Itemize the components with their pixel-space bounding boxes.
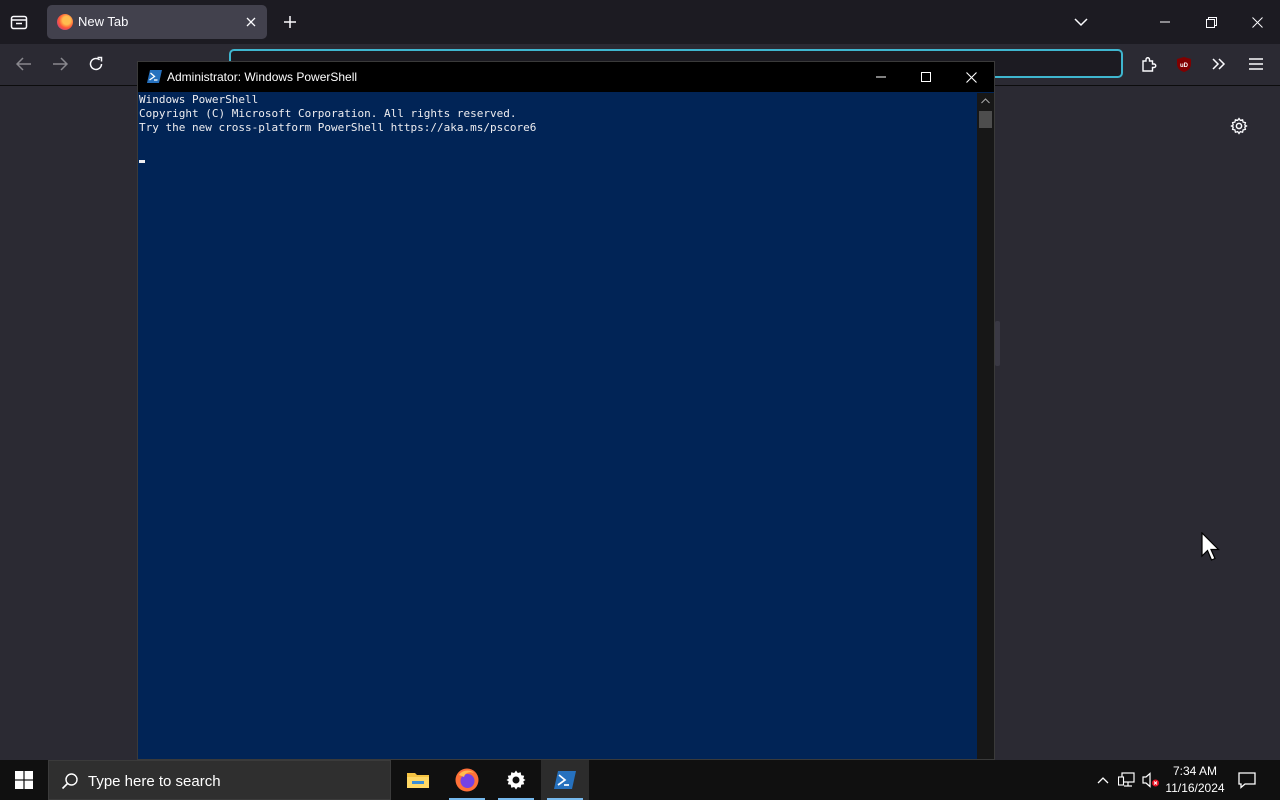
powershell-window[interactable]: Administrator: Windows PowerShell Window… [137,61,995,760]
hamburger-menu-icon[interactable] [1246,54,1266,74]
powershell-logo-icon [147,70,162,83]
show-hidden-icons-chevron-icon[interactable] [1093,770,1113,790]
settings-gear-icon[interactable] [1228,115,1250,137]
powershell-close-button[interactable] [948,62,994,92]
clock-time: 7:34 AM [1172,764,1218,778]
tab-title: New Tab [78,14,129,29]
close-tab-icon[interactable] [241,12,261,32]
reload-icon[interactable] [86,54,106,74]
network-icon[interactable] [1117,770,1137,790]
powershell-minimize-button[interactable] [858,62,904,92]
start-button[interactable] [0,760,48,800]
window-restore-button[interactable] [1189,7,1233,37]
powershell-scrollbar[interactable] [977,93,994,759]
firefox-icon [455,768,479,792]
forward-arrow-icon[interactable] [50,54,70,74]
console-line: Try the new cross-platform PowerShell ht… [139,121,537,134]
powershell-window-title: Administrator: Windows PowerShell [167,70,358,84]
powershell-maximize-button[interactable] [903,62,949,92]
firefox-favicon-icon [57,14,73,30]
taskbar-clock[interactable]: 7:34 AM 11/16/2024 [1158,763,1232,797]
content-scroll-handle [995,321,1000,366]
browser-tab-bar: New Tab [0,0,1280,44]
clock-date: 11/16/2024 [1165,781,1225,795]
firefox-view-icon[interactable] [8,11,30,33]
file-explorer-icon [407,773,429,788]
ublock-origin-icon[interactable]: uD [1174,54,1194,74]
powershell-scroll-thumb[interactable] [979,111,992,128]
taskbar-powershell[interactable] [541,760,589,800]
console-line: Windows PowerShell [139,93,259,106]
powershell-console[interactable]: Windows PowerShell Copyright (C) Microsof… [139,93,977,759]
powershell-titlebar[interactable]: Administrator: Windows PowerShell [138,62,994,92]
windows-logo-icon [15,771,33,789]
search-placeholder: Type here to search [88,773,221,790]
list-all-tabs-chevron-icon[interactable] [1071,12,1091,32]
window-minimize-button[interactable] [1143,7,1187,37]
taskbar-file-explorer[interactable] [394,760,442,800]
powershell-app-icon [554,771,576,789]
back-arrow-icon[interactable] [14,54,34,74]
mouse-cursor-icon [1201,532,1221,562]
search-icon [61,772,79,790]
window-close-button[interactable] [1235,7,1279,37]
taskbar-settings[interactable] [492,760,540,800]
extensions-puzzle-icon[interactable] [1138,54,1158,74]
console-cursor [139,160,145,163]
settings-app-icon [506,770,526,790]
action-center-icon[interactable] [1237,770,1257,790]
taskbar-search-box[interactable]: Type here to search [48,760,391,800]
new-tab-plus-icon[interactable] [280,12,300,32]
taskbar-firefox[interactable] [443,760,491,800]
svg-text:uD: uD [1180,63,1189,69]
console-line: Copyright (C) Microsoft Corporation. All… [139,107,517,120]
overflow-chevrons-icon[interactable] [1209,54,1229,74]
tab-new-tab[interactable]: New Tab [47,5,267,39]
taskbar: Type here to search 7:34 AM 11/16/2024 [0,760,1280,800]
scroll-up-arrow-icon[interactable] [981,98,990,104]
